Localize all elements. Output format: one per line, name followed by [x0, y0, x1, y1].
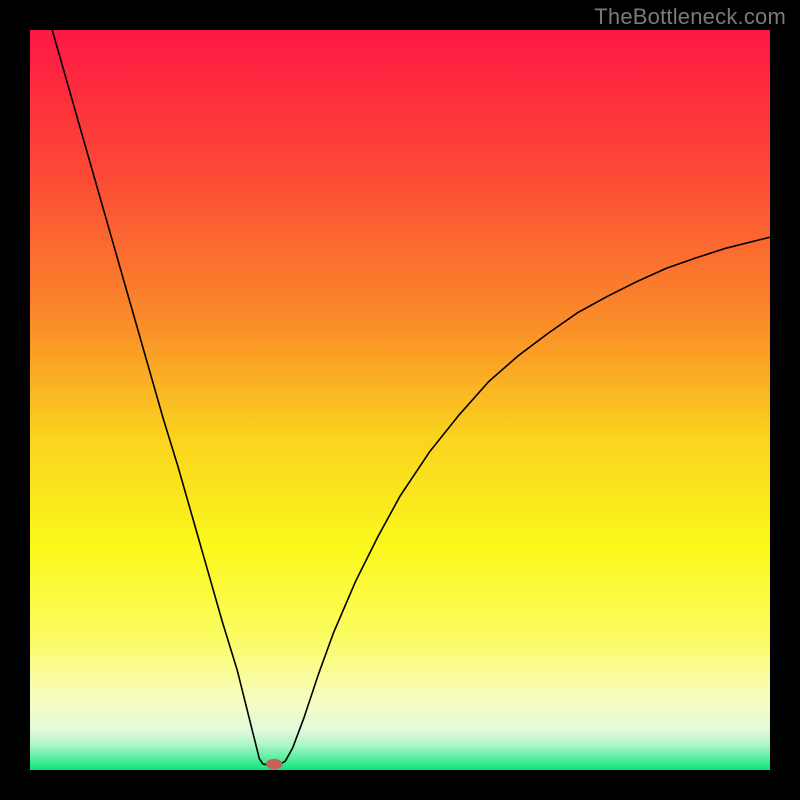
optimal-point-marker — [266, 759, 282, 769]
plot-background — [30, 30, 770, 770]
chart-frame: TheBottleneck.com — [0, 0, 800, 800]
bottleneck-chart — [30, 30, 770, 770]
watermark-text: TheBottleneck.com — [594, 4, 786, 30]
